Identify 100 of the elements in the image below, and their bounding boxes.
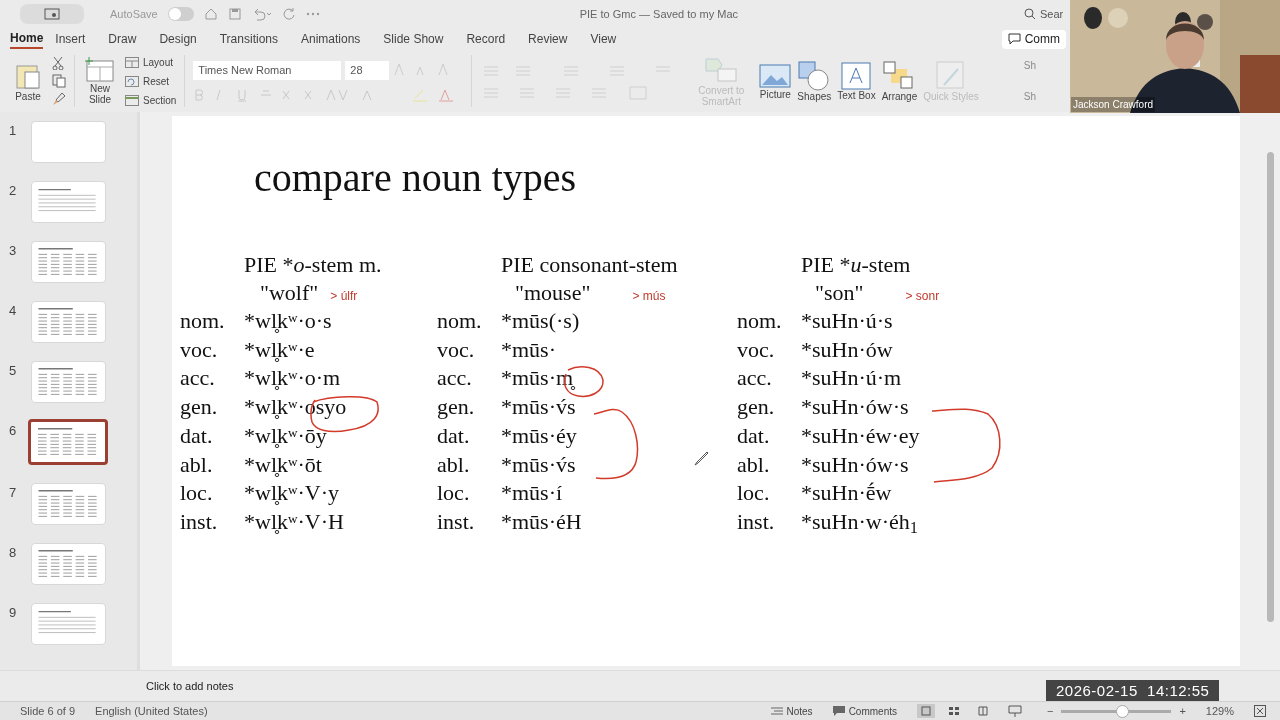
document-title: PIE to Gmc — Saved to my Mac [579, 6, 739, 22]
case-label: voc. [180, 335, 218, 364]
copy-icon[interactable] [52, 74, 66, 88]
case-label: abl. [737, 450, 770, 479]
case-label: acc. [180, 364, 215, 393]
word-form: *suHn·ḗw [801, 479, 892, 508]
comment-icon [1007, 33, 1021, 45]
case-label: voc. [437, 335, 475, 364]
word-form: *suHn·ów·s [801, 450, 909, 479]
timestamp: 2026-02-15 14:12:55 [1046, 680, 1220, 701]
paste-button[interactable]: Paste [12, 60, 44, 102]
font-size-field[interactable]: 28 [345, 60, 390, 80]
shape-fill-label: Sh [1023, 59, 1037, 73]
vertical-scrollbar[interactable] [1267, 152, 1274, 622]
layout-icon [125, 56, 139, 68]
ribbon-tab[interactable]: Transitions [219, 29, 289, 49]
arrange-icon [883, 60, 916, 91]
home-icon[interactable] [203, 7, 218, 21]
ribbon-tab[interactable]: View [590, 29, 628, 49]
picture-button[interactable]: Picture [758, 62, 793, 100]
text-box-button[interactable]: Text Box [836, 61, 877, 101]
word-form: *wl̥kʷ·V·H [244, 507, 344, 536]
zoom-slider-thumb[interactable] [1115, 704, 1129, 718]
save-icon[interactable] [227, 7, 242, 21]
shapes-button[interactable]: Shapes [796, 60, 833, 102]
ribbon-tab[interactable]: Draw [108, 29, 148, 49]
reset-button[interactable]: Reset [125, 71, 177, 91]
word-form: *mūs·éy [501, 421, 577, 450]
section-icon [125, 94, 139, 106]
case-label: inst. [180, 507, 218, 536]
word-form: *wl̥kʷ·e [244, 335, 315, 364]
gloss: "mouse" [515, 279, 591, 307]
annotation-text: > sonr [905, 288, 940, 305]
notes-button[interactable]: Notes [770, 701, 813, 720]
zoom-percent[interactable]: 129% [1205, 702, 1234, 720]
case-label: gen. [737, 393, 775, 422]
word-form: *suHn·ú·s [801, 307, 893, 335]
sidebar-toggle-button[interactable] [20, 4, 84, 24]
slide-thumbnail[interactable] [28, 419, 108, 465]
case-label: nom. [180, 307, 225, 335]
redo-icon[interactable] [281, 7, 296, 21]
smartart-icon [704, 55, 739, 85]
case-label: acc. [737, 364, 772, 393]
annotation-text: > mús [632, 288, 666, 305]
font-name-field[interactable]: Times New Roman [193, 60, 342, 80]
ribbon-tab[interactable]: Record [466, 29, 517, 49]
new-slide-button[interactable]: New Slide [83, 57, 117, 105]
case-label: gen. [437, 393, 475, 422]
slide-title: compare noun types [254, 154, 577, 202]
slide-number: 4 [9, 302, 17, 320]
case-label: abl. [180, 450, 213, 479]
word-form: *mūs· [501, 335, 556, 364]
ribbon-tab[interactable]: Home [10, 29, 44, 49]
case-label: inst. [437, 507, 475, 536]
autosave-label: AutoSave [110, 6, 158, 22]
notes-icon [770, 706, 783, 716]
case-label: nom. [437, 307, 482, 335]
slide-number: 2 [9, 182, 17, 200]
participant-name: Jackson Crawford [1071, 97, 1156, 112]
paintbrush-icon[interactable] [52, 92, 66, 106]
arrange-button[interactable]: Arrange [880, 60, 919, 102]
fit-to-window-icon[interactable] [1254, 705, 1266, 717]
section-button[interactable]: Section [125, 90, 177, 110]
scissors-icon[interactable] [52, 56, 64, 70]
gloss: "wolf" [260, 279, 319, 307]
column-heading: PIE *o-stem m. [244, 252, 382, 277]
shape-outline-label: Sh [1023, 90, 1037, 104]
new-slide-icon [84, 57, 116, 83]
case-label: loc. [180, 479, 213, 508]
zoom-in-button[interactable]: + [1179, 702, 1186, 720]
comments-status-button[interactable]: Comments [832, 701, 897, 720]
column-heading: PIE consonant-stem [501, 252, 678, 277]
slide-number: 8 [9, 544, 17, 562]
word-form: *wl̥kʷ·ōy [244, 421, 327, 450]
slide-number: 9 [9, 604, 17, 622]
word-form: *suHn·ów·s [801, 393, 909, 422]
comment-icon [832, 705, 845, 717]
notes-field[interactable]: Click to add notes [146, 677, 234, 695]
ribbon-tab[interactable]: Animations [301, 29, 372, 49]
layout-button[interactable]: Layout [125, 52, 177, 72]
case-label: inst. [737, 507, 775, 536]
zoom-out-button[interactable]: − [1047, 702, 1054, 720]
case-label: dat. [180, 421, 213, 450]
comments-panel-button[interactable]: Comm [1001, 29, 1066, 49]
case-label: loc. [737, 479, 770, 508]
search-field[interactable]: Sear [1040, 5, 1064, 23]
ribbon-tab[interactable]: Review [528, 29, 579, 49]
case-label: acc. [437, 364, 472, 393]
ribbon-tab[interactable]: Slide Show [383, 29, 455, 49]
slide-number: 5 [9, 362, 17, 380]
slideshow-icon [44, 8, 60, 20]
shapes-icon [798, 60, 831, 91]
case-label: loc. [437, 479, 470, 508]
case-label: abl. [437, 450, 470, 479]
word-form: *suHn·w·éh$_{1}$ [801, 507, 918, 537]
autosave-toggle[interactable] [167, 7, 194, 21]
ribbon-tab[interactable]: Design [159, 29, 208, 49]
ribbon-tab[interactable]: Insert [55, 29, 97, 49]
annotation-text: > úlfr [330, 288, 358, 305]
language-indicator[interactable]: English (United States) [95, 702, 208, 720]
